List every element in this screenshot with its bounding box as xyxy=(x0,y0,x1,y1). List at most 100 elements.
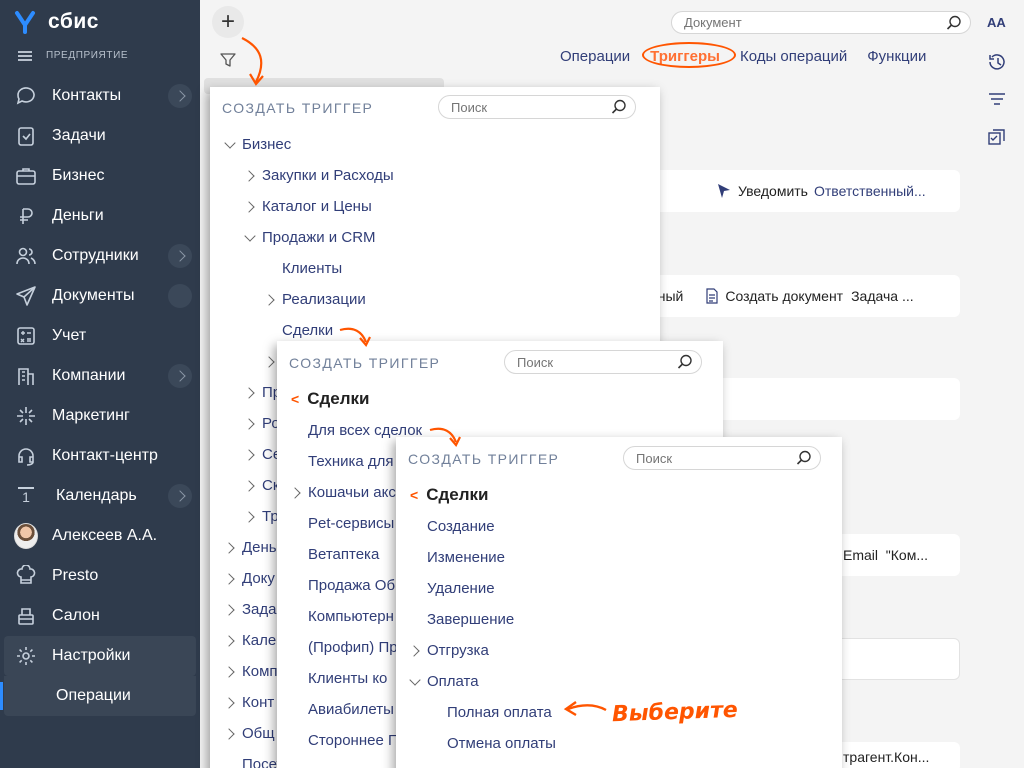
tree-item[interactable]: День xyxy=(223,539,277,556)
chevron-right-icon[interactable] xyxy=(289,487,301,499)
tree-item[interactable]: Каталог и Цены xyxy=(243,198,372,215)
tree-item[interactable]: Общ xyxy=(223,725,275,742)
tree-item[interactable]: Оплата xyxy=(409,673,479,690)
tree-item[interactable]: Завершение xyxy=(427,611,514,628)
enterprise-menu[interactable]: ПРЕДПРИЯТИЕ xyxy=(18,50,128,61)
sidebar-item-companies[interactable]: Компании xyxy=(0,356,200,396)
chevron-down-icon[interactable] xyxy=(244,230,256,242)
popup-search-input[interactable] xyxy=(624,447,774,469)
tree-item[interactable]: Продажи и CRM xyxy=(244,229,376,246)
popup-search[interactable] xyxy=(623,446,821,470)
tree-item[interactable]: Создание xyxy=(427,518,495,535)
sidebar-item-marketing[interactable]: Маркетинг xyxy=(0,396,200,436)
sidebar-item-business[interactable]: Бизнес xyxy=(0,156,200,196)
sidebar-item-presto[interactable]: Presto xyxy=(0,556,200,596)
tree-item[interactable]: Техника для xyxy=(308,453,394,470)
tree-item[interactable]: Стороннее П xyxy=(308,732,399,749)
tree-item[interactable]: Авиабилеты xyxy=(308,701,394,718)
chevron-right-icon[interactable] xyxy=(243,480,255,492)
tree-item[interactable]: Кошачьи акс xyxy=(289,484,396,501)
chevron-right-icon[interactable] xyxy=(223,542,235,554)
chevron-right-icon[interactable] xyxy=(223,635,235,647)
chevron-right-icon[interactable] xyxy=(223,697,235,709)
chevron-right-icon[interactable] xyxy=(168,84,192,108)
sidebar-item-documents[interactable]: Документы xyxy=(0,276,200,316)
tree-item[interactable]: Конт xyxy=(223,694,274,711)
tree-item[interactable]: Компьютерн xyxy=(308,608,394,625)
sort-list-icon[interactable] xyxy=(986,89,1008,109)
tree-item[interactable]: Отгрузка xyxy=(408,642,489,659)
tree-item[interactable]: Отмена оплаты xyxy=(447,735,556,752)
font-size-button[interactable]: AA xyxy=(987,15,1006,30)
chevron-right-icon[interactable] xyxy=(243,511,255,523)
tree-item[interactable]: Ветаптека xyxy=(308,546,379,563)
chevron-down-icon[interactable] xyxy=(224,137,236,149)
tree-item[interactable]: Зада xyxy=(223,601,277,618)
tree-item[interactable]: Удаление xyxy=(427,580,495,597)
checklist-icon[interactable] xyxy=(986,126,1008,148)
sidebar-item-money[interactable]: Деньги xyxy=(0,196,200,236)
tree-item[interactable]: Доку xyxy=(223,570,275,587)
tree-item[interactable]: Полная оплата xyxy=(447,704,552,721)
chevron-right-icon[interactable] xyxy=(168,244,192,268)
chevron-right-icon[interactable] xyxy=(243,387,255,399)
logo[interactable]: сбис xyxy=(12,8,99,36)
sidebar-item-user[interactable]: Алексеев А.А. xyxy=(0,516,200,556)
tree-item[interactable]: Изменение xyxy=(427,549,505,566)
history-icon[interactable] xyxy=(986,52,1008,72)
document-search[interactable] xyxy=(671,11,971,34)
popup-search[interactable] xyxy=(438,95,636,119)
tab-operation-codes[interactable]: Коды операций xyxy=(740,48,847,65)
chevron-right-icon[interactable] xyxy=(243,170,255,182)
send-icon xyxy=(14,284,38,308)
popup-search[interactable] xyxy=(504,350,702,374)
back-button[interactable]: < Сделки xyxy=(291,389,369,409)
tree-item[interactable]: Клиенты xyxy=(282,260,342,277)
tree-item[interactable]: Сделки xyxy=(282,322,333,339)
search-icon[interactable] xyxy=(611,99,627,115)
document-search-input[interactable] xyxy=(672,12,932,33)
back-button[interactable]: < Сделки xyxy=(410,485,488,505)
sidebar-subitem-operations[interactable]: Операции xyxy=(0,676,196,716)
tab-triggers[interactable]: Триггеры xyxy=(642,42,737,68)
tree-item[interactable]: Бизнес xyxy=(224,136,291,153)
chevron-right-icon[interactable] xyxy=(263,294,275,306)
chevron-right-icon[interactable] xyxy=(168,484,192,508)
search-icon[interactable] xyxy=(946,15,962,31)
search-icon[interactable] xyxy=(677,354,693,370)
popup-search-input[interactable] xyxy=(505,351,655,373)
sidebar-item-employees[interactable]: Сотрудники xyxy=(0,236,200,276)
tree-item[interactable]: Pet-сервисы xyxy=(308,515,394,532)
add-button[interactable]: + xyxy=(212,6,244,38)
chevron-right-icon[interactable] xyxy=(223,604,235,616)
tree-item[interactable]: Комп xyxy=(223,663,278,680)
chevron-right-icon[interactable] xyxy=(263,356,275,368)
sidebar-item-accounting[interactable]: Учет xyxy=(0,316,200,356)
tree-item[interactable]: Продажа Об xyxy=(308,577,395,594)
search-icon[interactable] xyxy=(796,450,812,466)
tree-item[interactable]: (Профип) Пр xyxy=(308,639,398,656)
sidebar-item-settings[interactable]: Настройки xyxy=(4,636,196,676)
chevron-right-icon[interactable] xyxy=(223,728,235,740)
tree-item[interactable]: Кале xyxy=(223,632,276,649)
chevron-right-icon[interactable] xyxy=(168,364,192,388)
tab-functions[interactable]: Функции xyxy=(867,48,926,65)
tree-item[interactable]: Закупки и Расходы xyxy=(243,167,394,184)
tree-item[interactable]: Клиенты ко xyxy=(308,670,387,687)
chevron-right-icon[interactable] xyxy=(243,418,255,430)
chevron-right-icon[interactable] xyxy=(243,201,255,213)
sidebar-item-contact-center[interactable]: Контакт-центр xyxy=(0,436,200,476)
popup-search-input[interactable] xyxy=(439,96,589,118)
chevron-down-icon[interactable] xyxy=(409,674,421,686)
filter-icon[interactable] xyxy=(220,52,236,68)
tree-item[interactable]: Реализации xyxy=(263,291,366,308)
sidebar-item-salon[interactable]: Салон xyxy=(0,596,200,636)
chevron-right-icon[interactable] xyxy=(223,573,235,585)
sidebar-item-contacts[interactable]: Контакты xyxy=(0,76,200,116)
tab-operations[interactable]: Операции xyxy=(560,48,630,65)
sidebar-item-tasks[interactable]: Задачи xyxy=(0,116,200,156)
chevron-right-icon[interactable] xyxy=(243,449,255,461)
chevron-right-icon[interactable] xyxy=(223,666,235,678)
sidebar-item-calendar[interactable]: 1 Календарь xyxy=(0,476,200,516)
chevron-right-icon[interactable] xyxy=(408,645,420,657)
